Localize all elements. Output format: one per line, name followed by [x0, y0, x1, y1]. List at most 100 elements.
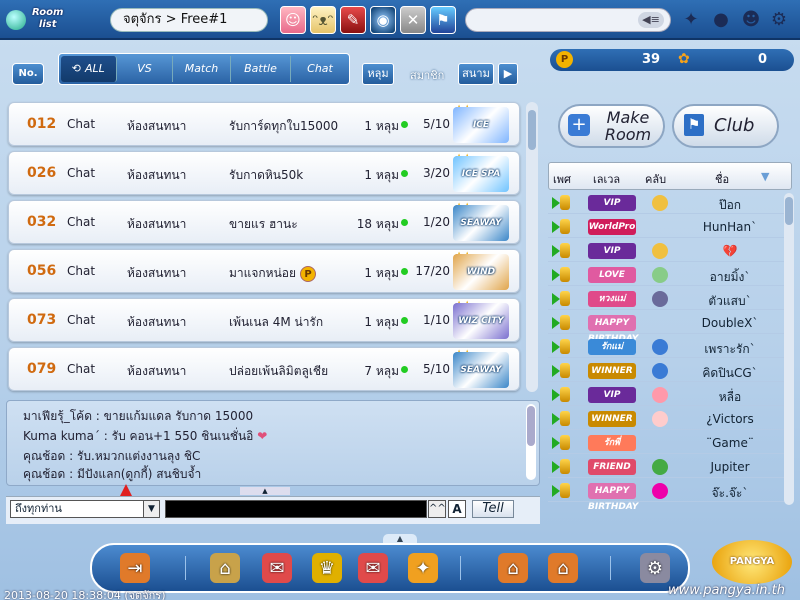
status-dot-icon [401, 170, 408, 177]
room-players: 5/10 [423, 362, 450, 376]
chat-scroll-thumb[interactable] [527, 406, 535, 446]
room-name: ปล่อยเพ้นลิมิตลูเชีย [229, 364, 329, 378]
font-style-button[interactable]: A [448, 500, 466, 518]
sort-number-button[interactable]: No. [12, 63, 44, 85]
chat-bubble-icon[interactable]: ● [710, 9, 732, 31]
user-row[interactable]: WINNER คิดปินCG` [548, 361, 784, 382]
header-level[interactable]: เลเวล [593, 170, 620, 188]
tab-all[interactable]: ⟲ ALL [61, 56, 117, 82]
scratch-icon[interactable]: ✦ [408, 553, 438, 583]
sort-course-button[interactable]: สนาม [458, 63, 494, 85]
user-row[interactable]: FRIEND Jupiter [548, 457, 784, 478]
header-name[interactable]: ชื่อ [715, 170, 729, 188]
user-row[interactable]: รักแม่ เพราะรัก` [548, 337, 784, 358]
header-gender[interactable]: เพศ [553, 170, 571, 188]
room-list-scrollbar[interactable] [526, 102, 538, 392]
tell-button[interactable]: Tell [472, 500, 514, 518]
globe-icon[interactable]: ◉ [370, 6, 396, 34]
user-row[interactable]: VIP หลื่อ [548, 385, 784, 406]
sort-holes-button[interactable]: หลุม [362, 63, 394, 85]
house-icon[interactable]: ⌂ [548, 553, 578, 583]
room-list-icon [6, 10, 26, 30]
tab-vs[interactable]: VS [117, 56, 173, 82]
megaphone-icon[interactable]: ◀≡ [638, 12, 664, 28]
settings-gear-icon[interactable]: ⚙ [768, 9, 790, 31]
club-icon [652, 339, 668, 355]
club-icon [652, 387, 668, 403]
user-row[interactable]: VIP ป๊อก [548, 193, 784, 214]
chat-input[interactable] [165, 500, 427, 518]
user-row[interactable]: หวงแม่ ตัวแสบ` [548, 289, 784, 310]
flag-icon: ⚑ [684, 114, 704, 136]
gift-icon[interactable]: ✉ [262, 553, 292, 583]
room-row[interactable]: 073 Chat ห้องสนทนา เพ้นเนล 4M น่ารัก 1 หลุม 1… [8, 298, 520, 342]
club-icon [652, 459, 668, 475]
user-list-scrollbar[interactable] [784, 193, 794, 505]
user-name: 💔 [722, 244, 738, 258]
user-row[interactable]: WINNER ¿Victors [548, 409, 784, 430]
room-lobby: ห้องสนทนา [127, 119, 187, 133]
rank-icon [560, 483, 570, 498]
room-row[interactable]: 032Chatห้องสนทนาขายแร ฮานะ18 หลุม1/20★★S… [8, 200, 520, 244]
breadcrumb[interactable]: จตุจักร > Free#1 [110, 8, 268, 32]
room-type: Chat [67, 362, 96, 376]
sparkle-icon[interactable]: ✦ [680, 9, 702, 31]
club-button[interactable]: ⚑ Club [672, 104, 779, 148]
item-icon[interactable]: ✎ [340, 6, 366, 34]
tab-battle[interactable]: Battle [231, 56, 291, 82]
chat-resize-handle[interactable]: ▲ [240, 487, 290, 495]
header-club[interactable]: คลับ [645, 170, 666, 188]
exit-door-icon[interactable]: ⇥ [120, 553, 150, 583]
home-icon[interactable]: ⌂ [498, 553, 528, 583]
room-row[interactable]: 079 Chat ห้องสนทนา ปล่อยเพ้นลิมิตลูเชีย 7 หล… [8, 347, 520, 391]
room-row[interactable]: 012 Chat ห้องสนทนา รับการ์ดทุกใบ15000 1 หลุม… [8, 102, 520, 166]
font-size-button[interactable]: ^^ [428, 500, 446, 518]
tab-chat[interactable]: Chat [291, 56, 349, 82]
room-list-scroll-thumb[interactable] [528, 110, 536, 150]
cat-avatar-icon[interactable]: ᵔᴥᵔ [310, 6, 336, 34]
rank-icon [560, 411, 570, 426]
chat-scrollbar[interactable] [526, 404, 536, 480]
bottom-menu-bar [90, 543, 690, 593]
mail-icon[interactable]: ✉ [358, 553, 388, 583]
user-list: VIP ป๊อก WorldPro HunHan` VIP 💔 LOVE อายมิ้ง` หว… [548, 193, 784, 512]
next-filter-button[interactable]: ▶ [498, 63, 518, 85]
caddie-icon[interactable]: ⚑ [430, 6, 456, 34]
user-name: Jupiter [710, 460, 750, 474]
room-name: รับกาดหิน50k [229, 168, 304, 182]
tab-match[interactable]: Match [173, 56, 231, 82]
level-badge: WINNER [588, 411, 636, 427]
user-name: ¿Victors [706, 412, 754, 426]
user-list-scroll-thumb[interactable] [785, 197, 793, 225]
trophy-icon[interactable]: ♛ [312, 553, 342, 583]
character-avatar-icon[interactable]: ☺ [280, 6, 306, 34]
close-icon[interactable]: ✕ [400, 6, 426, 34]
make-room-button[interactable]: + Make Room [558, 104, 665, 148]
user-row[interactable]: VIP 💔 [548, 241, 784, 262]
info-icon[interactable]: ☻ [740, 9, 762, 31]
user-row[interactable]: รักพี่ ¨Game¨ [548, 433, 784, 454]
pang-coin-icon: P [300, 265, 317, 282]
room-lobby: ห้องสนทนา [127, 364, 187, 378]
shop-icon[interactable]: ⌂ [210, 553, 240, 583]
play-arrow-icon [552, 221, 560, 233]
heart-emoticon-icon: ❤ [257, 429, 268, 443]
plugin-icon[interactable]: ⚙ [640, 553, 670, 583]
course-badge: WIND [453, 254, 509, 290]
room-row[interactable]: 056Chatห้องสนทนามาแจกหน่อยP1 หลุม17/20★★… [8, 249, 520, 293]
room-row[interactable]: 026Chatห้องสนทนารับกาดหิน50k1 หลุม3/20★★… [8, 151, 520, 195]
user-row[interactable]: WorldPro HunHan` [548, 217, 784, 238]
sort-chevron-icon[interactable]: ▼ [761, 170, 769, 183]
user-row[interactable]: HAPPY BIRTHDAY DoubleX` [548, 313, 784, 344]
status-dot-icon [401, 219, 408, 226]
pang-amount: 39 [642, 52, 661, 67]
room-lobby: ห้องสนทนา [127, 315, 187, 329]
message-bar[interactable]: ◀≡ [465, 8, 671, 32]
user-name: จ๊ะ.จ๊ะ` [711, 486, 749, 500]
user-row[interactable]: HAPPY BIRTHDAY จ๊ะ.จ๊ะ` [548, 481, 784, 512]
chat-target-select[interactable]: ถึงทุกท่าน ▼ [10, 500, 160, 518]
user-row[interactable]: LOVE อายมิ้ง` [548, 265, 784, 286]
sort-members-label[interactable]: สมาชิก [410, 66, 444, 84]
chevron-down-icon[interactable]: ▼ [143, 501, 159, 517]
club-icon [652, 411, 668, 427]
